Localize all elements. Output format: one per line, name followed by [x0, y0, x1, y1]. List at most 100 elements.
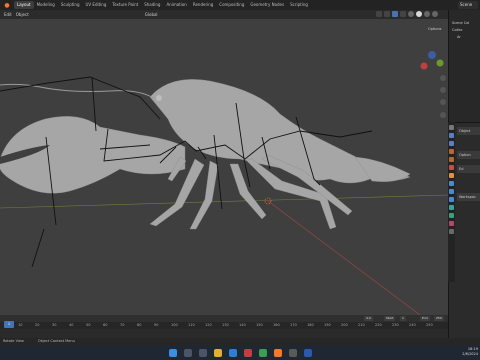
- app-icon[interactable]: [288, 348, 297, 357]
- material-shading-icon[interactable]: [424, 11, 430, 17]
- timeline-tick-label: 230: [392, 323, 399, 327]
- properties-panel-header[interactable]: Ed: [457, 165, 480, 173]
- gizmo-x-axis-icon: [420, 62, 428, 70]
- timeline-tick-label: 160: [273, 323, 280, 327]
- workspace-tab[interactable]: UV Editing: [83, 1, 110, 9]
- modifier-tab-icon[interactable]: [449, 181, 454, 186]
- task-view-icon[interactable]: [198, 348, 207, 357]
- status-bar: Rotate View Object Context Menu: [0, 338, 480, 345]
- particles-tab-icon[interactable]: [449, 189, 454, 194]
- timeline-tick-label: 100: [171, 323, 178, 327]
- start-frame-field[interactable]: 1: [400, 316, 406, 321]
- physics-tab-icon[interactable]: [449, 197, 454, 202]
- outliner-row[interactable]: Scene Col: [449, 20, 480, 27]
- status-hint: Object Context Menu: [37, 339, 75, 343]
- viewport-shading-controls: [376, 11, 438, 17]
- system-tray[interactable]: 18:19 2/6/2024: [462, 347, 478, 357]
- timeline-header: [0, 315, 448, 322]
- gizmo-toggle-icon[interactable]: [384, 11, 390, 17]
- output-tab-icon[interactable]: [449, 141, 454, 146]
- current-frame-field[interactable]: 4.0: [364, 316, 373, 321]
- scene-selector[interactable]: Scene: [458, 1, 478, 9]
- search-icon[interactable]: [183, 348, 192, 357]
- workspace-tab[interactable]: Sculpting: [58, 1, 83, 9]
- 3d-viewport[interactable]: [0, 19, 448, 315]
- start-menu-icon[interactable]: [168, 348, 177, 357]
- material-tab-icon[interactable]: [449, 221, 454, 226]
- timeline-tick-label: 220: [375, 323, 382, 327]
- workspace-tab[interactable]: Rendering: [190, 1, 216, 9]
- windows-taskbar: [0, 345, 480, 360]
- perspective-toggle-icon: [440, 112, 446, 118]
- blender-logo-icon[interactable]: ●: [3, 2, 11, 9]
- app-icon[interactable]: [243, 348, 252, 357]
- timeline-tick-label: 30: [52, 323, 57, 327]
- workspace-tab[interactable]: Layout: [14, 1, 34, 9]
- end-frame-field[interactable]: 250: [434, 316, 444, 321]
- view-layer-tab-icon[interactable]: [449, 149, 454, 154]
- workspace-tab[interactable]: Animation: [163, 1, 189, 9]
- edit-menu[interactable]: Edit: [4, 12, 12, 17]
- timeline-tick-label: 250: [426, 323, 433, 327]
- properties-tabs: [448, 122, 455, 282]
- gizmo-z-axis-icon: [428, 51, 436, 59]
- timeline-tick-label: 10: [18, 323, 23, 327]
- constraints-tab-icon[interactable]: [449, 205, 454, 210]
- data-tab-icon[interactable]: [449, 213, 454, 218]
- timeline-tick-label: 20: [35, 323, 40, 327]
- outliner-row[interactable]: Ar: [449, 34, 480, 41]
- wireframe-shading-icon[interactable]: [408, 11, 414, 17]
- xray-toggle-icon[interactable]: [400, 11, 406, 17]
- overlay-toggle-icon[interactable]: [392, 11, 398, 17]
- clock-date: 2/6/2024: [462, 352, 478, 356]
- lobster-eye: [156, 95, 162, 101]
- solid-shading-icon[interactable]: [416, 11, 422, 17]
- scene-tab-icon[interactable]: [449, 157, 454, 162]
- timeline-tick-label: 130: [222, 323, 229, 327]
- zoom-icon: [440, 75, 446, 81]
- camera-view-icon: [440, 99, 446, 105]
- y-axis-line: [267, 200, 421, 315]
- timeline-tick-label: 140: [239, 323, 246, 327]
- workspace-tab[interactable]: Shading: [141, 1, 163, 9]
- timeline-tick-label: 70: [120, 323, 125, 327]
- timeline-tick-label: 120: [205, 323, 212, 327]
- workspace-tab[interactable]: Modeling: [34, 1, 58, 9]
- workspace-tab[interactable]: Scripting: [287, 1, 311, 9]
- end-frame-label: End: [420, 316, 430, 321]
- timeline-tick-label: 50: [86, 323, 91, 327]
- timeline-tick-label: 150: [256, 323, 263, 327]
- options-dropdown[interactable]: Options: [428, 27, 442, 31]
- blender-taskbar-icon[interactable]: [273, 348, 282, 357]
- properties-panel-header[interactable]: Option: [457, 151, 480, 159]
- workspace-tabs: Layout Modeling Sculpting UV Editing Texture…: [14, 1, 311, 9]
- viewport-scene: [0, 51, 448, 315]
- tool-tab-icon[interactable]: [449, 125, 454, 130]
- world-tab-icon[interactable]: [449, 165, 454, 170]
- object-tab-icon[interactable]: [449, 173, 454, 178]
- workspace-tab[interactable]: Geometry Nodes: [247, 1, 287, 9]
- outliner-panel: Scene Col Collec Ar: [448, 10, 480, 122]
- texture-tab-icon[interactable]: [449, 229, 454, 234]
- antenna: [0, 83, 156, 100]
- visibility-icon[interactable]: [376, 11, 382, 17]
- timeline-tick-label: 60: [103, 323, 108, 327]
- edge-browser-icon[interactable]: [228, 348, 237, 357]
- file-explorer-icon[interactable]: [213, 348, 222, 357]
- render-tab-icon[interactable]: [449, 133, 454, 138]
- properties-panel-header[interactable]: Object: [457, 127, 480, 135]
- app-icon[interactable]: [258, 348, 267, 357]
- properties-panel-header[interactable]: Workspac: [457, 193, 480, 201]
- timeline-tick-label: 110: [188, 323, 195, 327]
- timeline-tick-label: 240: [409, 323, 416, 327]
- start-frame-label: Start: [384, 316, 396, 321]
- app-icon[interactable]: [303, 348, 312, 357]
- transform-orientation-dropdown[interactable]: Global: [145, 12, 158, 17]
- outliner-row[interactable]: Collec: [449, 27, 480, 34]
- playhead[interactable]: 1: [4, 321, 14, 328]
- top-menu-bar: ● Layout Modeling Sculpting UV Editing Textu…: [0, 0, 480, 10]
- rendered-shading-icon[interactable]: [432, 11, 438, 17]
- workspace-tab[interactable]: Compositing: [216, 1, 247, 9]
- object-menu[interactable]: Object: [16, 12, 29, 17]
- workspace-tab[interactable]: Texture Paint: [109, 1, 141, 9]
